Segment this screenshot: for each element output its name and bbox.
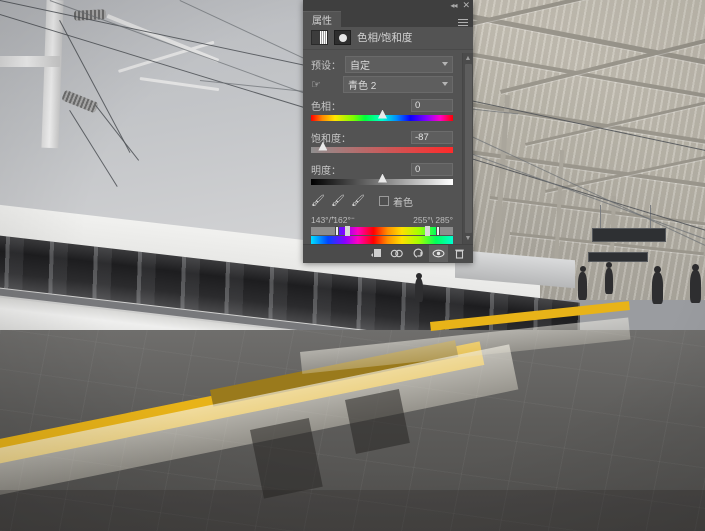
panel-scrollbar[interactable]: ▲ ▼ — [462, 52, 473, 244]
preset-value: 自定 — [350, 60, 370, 72]
tab-row-filler — [341, 11, 453, 28]
saturation-label: 饱和度： — [311, 133, 351, 145]
eyedropper-subtract-icon[interactable]: 🖌− — [351, 195, 365, 222]
channel-row[interactable]: ☞ 青色 2 — [311, 75, 453, 93]
clip-to-layer-icon[interactable] — [366, 245, 385, 262]
toggle-visibility-eye-icon[interactable] — [429, 245, 448, 263]
panel-footer-toolbar[interactable] — [303, 243, 473, 264]
reset-icon[interactable] — [408, 245, 427, 262]
chevron-down-icon — [442, 82, 448, 87]
panel-menu-icon[interactable] — [453, 11, 473, 28]
close-icon[interactable]: ✕ — [462, 1, 470, 10]
layer-mask-thumbnail-icon[interactable] — [334, 30, 351, 46]
saturation-value-field[interactable]: -87 — [411, 130, 453, 144]
colorize-label: 着色 — [393, 197, 413, 209]
saturation-slider-block[interactable]: 饱和度： -87 — [311, 130, 453, 153]
range-handle-fall-off-start[interactable] — [335, 225, 340, 236]
panel-title-bar[interactable]: ◂◂ ✕ — [303, 0, 473, 12]
scroll-down-arrow-icon[interactable]: ▼ — [465, 235, 472, 242]
range-handle-start[interactable] — [345, 225, 351, 236]
preset-label: 预设： — [311, 60, 341, 72]
color-range-bar-result — [311, 235, 453, 244]
hue-slider-block[interactable]: 色相： 0 — [311, 98, 453, 121]
adjustment-header: 色相/饱和度 — [303, 27, 473, 49]
view-previous-state-icon[interactable] — [387, 245, 406, 262]
hue-label: 色相： — [311, 101, 341, 113]
panel-content: 预设： 自定 ☞ 青色 2 色相： 0 饱和度： -87 明度： 0 🖌 🖌+ … — [303, 53, 462, 244]
colorize-checkbox-group[interactable]: 着色 — [379, 194, 413, 209]
channel-dropdown[interactable]: 青色 2 — [343, 75, 453, 93]
eyedropper-icon[interactable]: 🖌 — [311, 195, 325, 208]
adjustment-layer-thumbnail-icon[interactable] — [311, 30, 328, 46]
range-handle-end[interactable] — [424, 225, 430, 236]
preset-row[interactable]: 预设： 自定 — [311, 55, 453, 73]
tab-properties[interactable]: 属性 — [303, 11, 341, 28]
scrollbar-thumb[interactable] — [464, 63, 472, 233]
adjustment-title: 色相/饱和度 — [357, 32, 413, 45]
lightness-slider-track[interactable] — [311, 173, 453, 185]
range-handle-fall-off-end[interactable] — [435, 225, 440, 236]
color-range-gray-mask — [311, 226, 337, 235]
eyedropper-row[interactable]: 🖌 🖌+ 🖌− 着色 — [311, 194, 453, 222]
colorize-checkbox[interactable] — [379, 196, 389, 207]
hue-slider-track[interactable] — [311, 109, 453, 121]
lightness-slider-block[interactable]: 明度： 0 — [311, 162, 453, 185]
screenshot-root: ◂◂ ✕ 属性 色相/饱和度 预设： 自定 ☞ 青色 2 色相： 0 饱和度： … — [0, 0, 705, 531]
properties-panel[interactable]: ◂◂ ✕ 属性 色相/饱和度 预设： 自定 ☞ 青色 2 色相： 0 饱和度： … — [303, 0, 473, 264]
delete-trash-icon[interactable] — [450, 245, 469, 262]
scroll-up-arrow-icon[interactable]: ▲ — [465, 55, 472, 62]
color-range-bars[interactable] — [311, 225, 453, 244]
panel-tab-row[interactable]: 属性 — [303, 11, 473, 28]
chevron-down-icon — [442, 62, 448, 67]
lightness-label: 明度： — [311, 165, 341, 177]
color-range-bar-master — [311, 226, 453, 235]
collapse-to-icons-icon[interactable]: ◂◂ — [450, 1, 457, 10]
color-range-right-degrees: 255°\ 285° — [413, 214, 453, 225]
hue-value-field[interactable]: 0 — [411, 98, 453, 112]
saturation-slider-track[interactable] — [311, 141, 453, 153]
preset-dropdown[interactable]: 自定 — [345, 55, 453, 73]
on-image-adjust-hand-icon[interactable]: ☞ — [311, 78, 327, 91]
panel-body: 预设： 自定 ☞ 青色 2 色相： 0 饱和度： -87 明度： 0 🖌 🖌+ … — [303, 48, 473, 244]
eyedropper-add-icon[interactable]: 🖌+ — [331, 195, 345, 222]
channel-value: 青色 2 — [348, 80, 377, 92]
lightness-value-field[interactable]: 0 — [411, 162, 453, 176]
